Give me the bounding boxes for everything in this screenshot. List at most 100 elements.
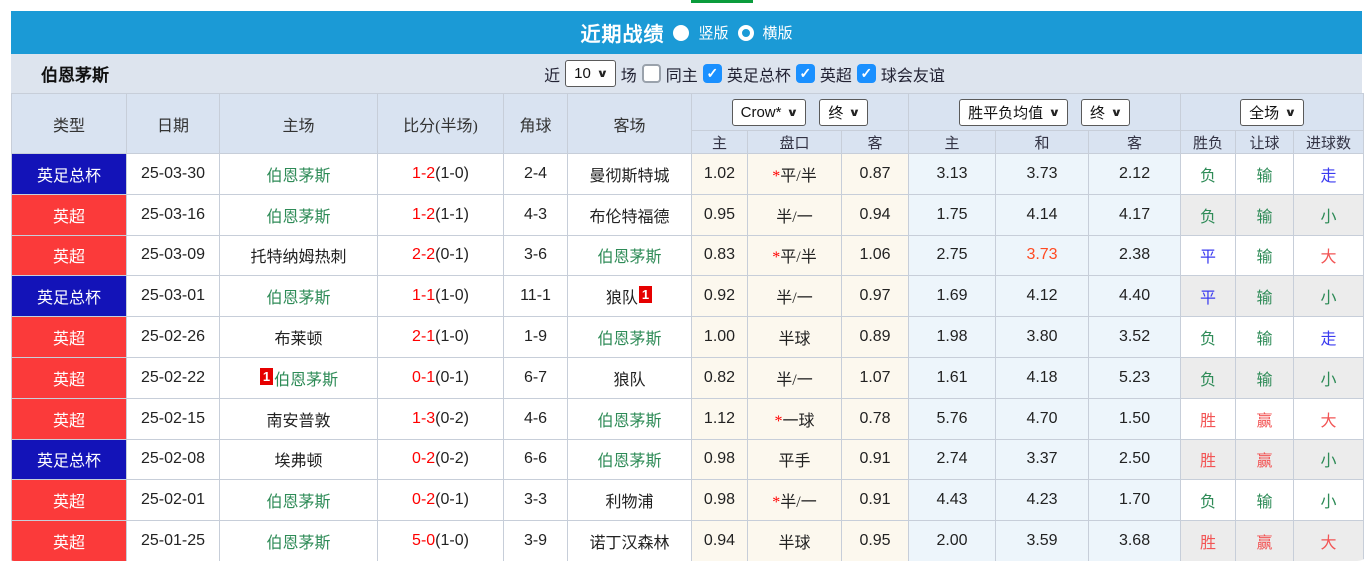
avg-home-cell: 1.98: [908, 316, 997, 358]
team-label: 曼彻斯特城: [589, 167, 670, 185]
odds-company-select[interactable]: Crow* ∨: [731, 98, 807, 126]
premier-league-checkbox[interactable]: ✓: [795, 64, 815, 83]
vertical-layout-radio[interactable]: [673, 24, 690, 41]
table-row: 英超 25-03-16 伯恩茅斯 1-2(1-1) 4-3 布伦特福德 0.95 半/一 0.9…: [11, 193, 1365, 236]
games-count-select[interactable]: 10 ∨: [565, 60, 616, 87]
away-team-cell: 狼队: [567, 356, 692, 399]
sub-header-handicap: 盘口: [747, 130, 842, 154]
avg-draw-cell: 3.73: [995, 153, 1090, 195]
avg-time-select[interactable]: 终 ∨: [1081, 98, 1130, 126]
odds-home-cell: 0.98: [691, 438, 748, 481]
fulltime-score: 1-2: [412, 205, 436, 223]
filter-controls: 近 10 ∨ 场 同主 ✓ 英足总杯 ✓ 英超 ✓ 球会友谊: [544, 60, 945, 87]
avg-home-cell: 1.61: [908, 356, 997, 399]
asterisk-mark: *: [772, 249, 781, 267]
games-count-value: 10: [574, 65, 591, 82]
result-cell: 负: [1180, 356, 1237, 399]
same-home-label: 同主: [665, 67, 698, 85]
handicap-result-cell: 输: [1235, 275, 1295, 318]
league-cell: 英超: [11, 479, 127, 522]
team-label: 狼队: [605, 290, 638, 308]
vertical-layout-label: 竖版: [698, 25, 729, 42]
away-team-cell: 伯恩茅斯: [567, 316, 692, 358]
corners-cell: 4-3: [503, 193, 568, 236]
col-header-score: 比分(半场): [377, 93, 504, 154]
result-cell: 负: [1180, 153, 1237, 195]
away-team-cell: 狼队 1: [567, 275, 692, 318]
sub-header-avg-away: 客: [1088, 130, 1182, 154]
score-cell: 1-2(1-1): [377, 193, 504, 236]
fulltime-score: 0-1: [412, 368, 436, 386]
avg-draw-cell: 4.14: [995, 193, 1090, 236]
handicap-result-cell: 输: [1235, 479, 1295, 522]
handicap-result-cell: 赢: [1235, 520, 1295, 561]
scope-select[interactable]: 全场 ∨: [1240, 98, 1305, 126]
result-cell: 平: [1180, 275, 1237, 318]
handicap-result-cell: 输: [1235, 193, 1295, 236]
avg-home-cell: 3.13: [908, 153, 997, 195]
league-cell: 英足总杯: [11, 153, 127, 195]
halftime-score: (1-0): [435, 164, 469, 182]
results-table-body: 英足总杯 25-03-30 伯恩茅斯 1-2(1-0) 2-4 曼彻斯特城 1.02 *平/半…: [11, 153, 1365, 561]
corners-cell: 6-6: [503, 438, 568, 481]
avg-time-value: 终: [1090, 104, 1106, 122]
league-cell: 英超: [11, 356, 127, 399]
odds-home-cell: 1.12: [691, 397, 748, 440]
date-cell: 25-02-15: [126, 397, 220, 440]
avg-home-cell: 1.69: [908, 275, 997, 318]
halftime-score: (1-0): [435, 532, 469, 550]
team-label: 伯恩茅斯: [597, 453, 662, 471]
corners-cell: 6-7: [503, 356, 568, 399]
table-row: 英足总杯 25-02-08 埃弗顿 0-2(0-2) 6-6 伯恩茅斯 0.98 平手 0.91…: [11, 438, 1365, 481]
handicap-result-cell: 输: [1235, 153, 1295, 195]
team-label: 布伦特福德: [589, 208, 670, 226]
odds-home-cell: 0.82: [691, 356, 748, 399]
result-cell: 胜: [1180, 397, 1237, 440]
result-cell: 胜: [1180, 520, 1237, 561]
halftime-score: (0-2): [435, 409, 469, 427]
goals-cell: 大: [1293, 520, 1365, 561]
team-label: 诺丁汉森林: [589, 535, 670, 553]
fa-cup-checkbox[interactable]: ✓: [702, 64, 722, 83]
date-cell: 25-03-01: [126, 275, 220, 318]
avg-home-cell: 1.75: [908, 193, 997, 236]
club-friendly-label: 球会友谊: [880, 67, 945, 85]
goals-cell: 大: [1293, 397, 1365, 440]
team-label: 伯恩茅斯: [597, 331, 662, 349]
corners-cell: 3-6: [503, 234, 568, 277]
horizontal-layout-radio[interactable]: [737, 24, 754, 41]
chevron-down-icon: ∨: [1284, 106, 1297, 119]
score-cell: 1-3(0-2): [377, 397, 504, 440]
odds-time-value: 终: [828, 104, 844, 122]
table-row: 英足总杯 25-03-30 伯恩茅斯 1-2(1-0) 2-4 曼彻斯特城 1.02 *平/半…: [11, 153, 1365, 195]
avg-away-cell: 2.50: [1088, 438, 1182, 481]
table-row: 英足总杯 25-03-01 伯恩茅斯 1-1(1-0) 11-1 狼队 1 0.92 半/一 0.…: [11, 275, 1365, 318]
team-label: 伯恩茅斯: [597, 412, 662, 430]
table-row: 英超 25-01-25 伯恩茅斯 5-0(1-0) 3-9 诺丁汉森林 0.94 半球 0.95…: [11, 520, 1365, 561]
handicap-cell: 半/一: [747, 356, 842, 399]
score-cell: 2-2(0-1): [377, 234, 504, 277]
away-team-cell: 伯恩茅斯: [567, 438, 692, 481]
odds-time-select[interactable]: 终 ∨: [819, 98, 869, 126]
avg-draw-cell: 3.80: [995, 316, 1090, 358]
halftime-score: (0-1): [435, 491, 469, 509]
away-team-cell: 诺丁汉森林: [567, 520, 692, 561]
avg-draw-cell: 3.59: [995, 520, 1090, 561]
team-label: 托特纳姆热刺: [250, 249, 347, 267]
handicap-cell: 半球: [747, 316, 842, 358]
team-label: 伯恩茅斯: [597, 249, 662, 267]
result-cell: 负: [1180, 479, 1237, 522]
avg-type-select[interactable]: 胜平负均值 ∨: [959, 98, 1069, 126]
same-home-checkbox[interactable]: [641, 64, 661, 83]
sub-header-result: 胜负: [1180, 130, 1237, 154]
team-name: 伯恩茅斯: [41, 66, 109, 85]
odds-home-cell: 0.92: [691, 275, 748, 318]
home-team-cell: 埃弗顿: [219, 438, 378, 481]
fulltime-score: 2-2: [412, 246, 436, 264]
avg-away-cell: 4.17: [1088, 193, 1182, 236]
sub-header-handicap-result: 让球: [1235, 130, 1295, 154]
corners-cell: 3-3: [503, 479, 568, 522]
club-friendly-checkbox[interactable]: ✓: [856, 64, 876, 83]
chevron-down-icon: ∨: [1110, 106, 1123, 119]
avg-draw-cell: 4.12: [995, 275, 1090, 318]
